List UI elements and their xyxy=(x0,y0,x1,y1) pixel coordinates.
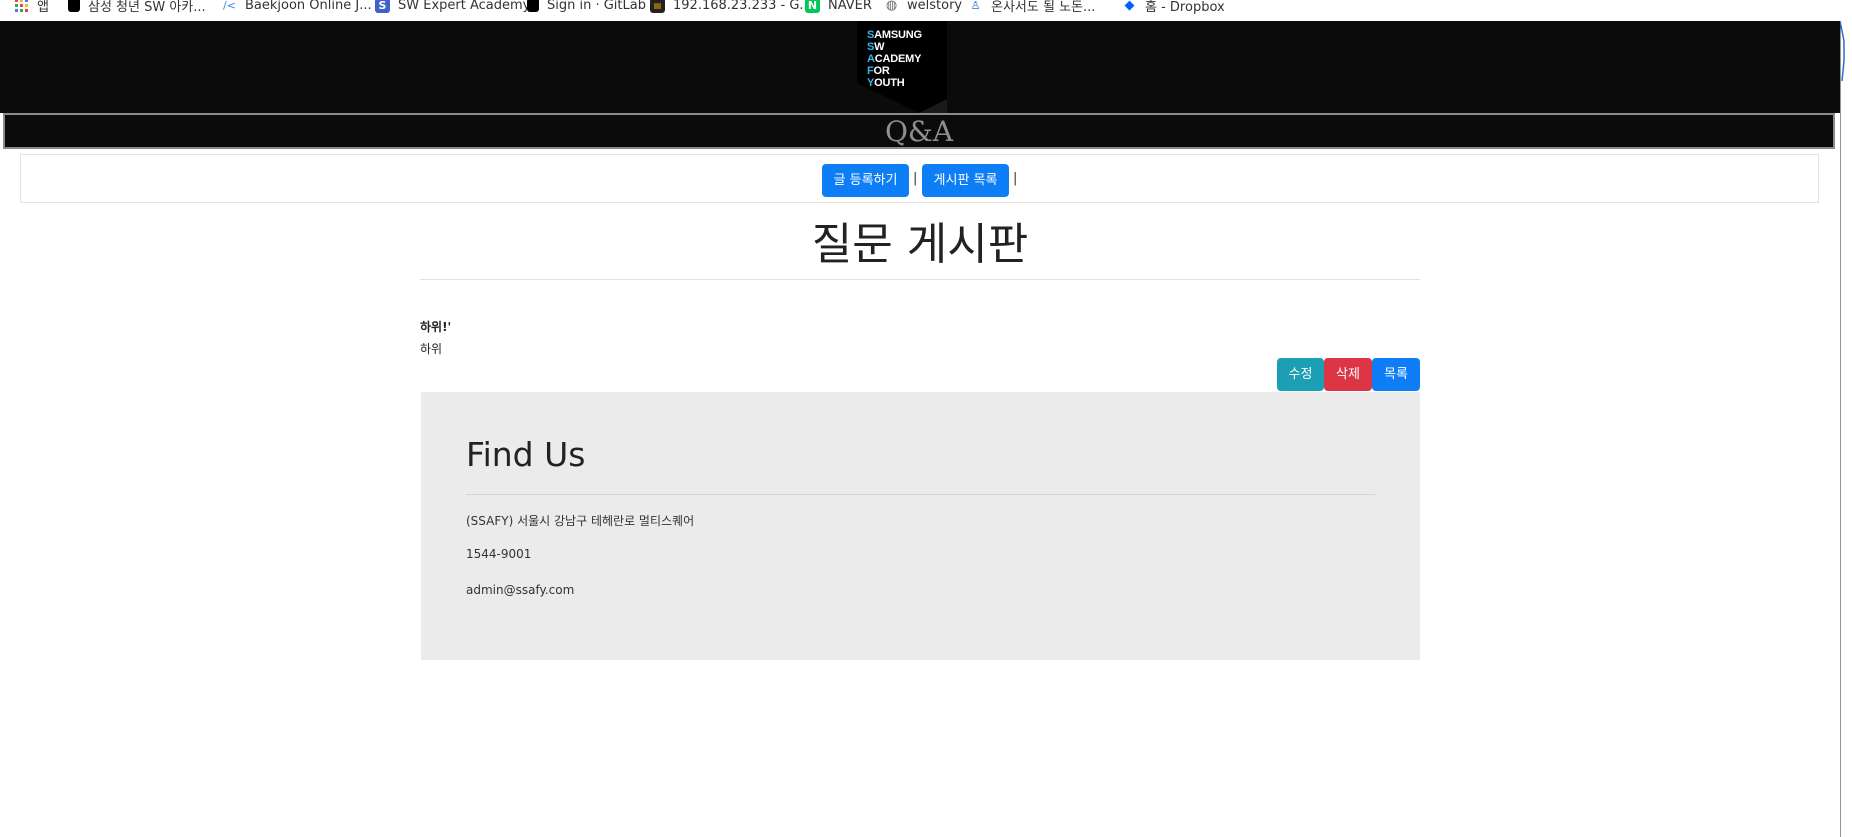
email-text: admin@ssafy.com xyxy=(466,583,575,597)
title-divider xyxy=(420,279,1420,280)
list-button[interactable]: 목록 xyxy=(1372,358,1420,391)
qa-banner: Q&A xyxy=(3,113,1835,149)
write-post-button[interactable]: 글 등록하기 xyxy=(822,164,909,197)
bookmark-label: NAVER xyxy=(828,0,872,13)
nav-separator: | xyxy=(1013,171,1018,186)
apps-grid-icon xyxy=(14,0,29,13)
person-icon: ♙ xyxy=(970,0,981,12)
bookmark-label: 192.168.23.233 - G... xyxy=(673,0,812,13)
bookmark-label: 앱 xyxy=(37,0,49,15)
nav-separator: | xyxy=(913,171,918,186)
bookmark-label: 삼성 청년 SW 아카... xyxy=(88,0,206,15)
bookmark-label: Baekjoon Online J... xyxy=(245,0,372,13)
ssafy-logo[interactable]: SAMSUNG SW ACADEMY FOR YOUTH xyxy=(857,21,947,113)
post-body: 하위 xyxy=(420,342,443,356)
board-nav xyxy=(20,154,1819,203)
phone-text: 1544-9001 xyxy=(466,547,532,561)
globe-icon: ◍ xyxy=(885,0,898,13)
naver-n-icon: N xyxy=(805,0,820,13)
kiosk-icon: ▤ xyxy=(650,0,665,13)
find-us-title: Find Us xyxy=(466,435,586,474)
bookmarks-bar: 앱 삼성 청년 SW 아카... /< Baekjoon Online J...… xyxy=(0,0,1852,21)
edit-button[interactable]: 수정 xyxy=(1277,358,1324,391)
page-title: 질문 게시판 xyxy=(811,219,1029,270)
s-square-icon: S xyxy=(375,0,390,13)
address-text: (SSAFY) 서울시 강남구 테헤란로 멀티스퀘어 xyxy=(466,514,695,528)
bookmark-label: Sign in · GitLab xyxy=(547,0,646,13)
bookmark-gitlab[interactable]: Sign in · GitLab xyxy=(527,0,646,15)
bookmark-baekjoon[interactable]: /< Baekjoon Online J... xyxy=(222,0,372,15)
code-brackets-icon: /< xyxy=(223,0,236,12)
dropbox-icon: ◆ xyxy=(1124,0,1135,13)
find-us-section: Find Us (SSAFY) 서울시 강남구 테헤란로 멀티스퀘어 1544-… xyxy=(421,392,1420,660)
logo-text: SAMSUNG SW ACADEMY FOR YOUTH xyxy=(867,29,922,89)
bookmark-label: 온사서도 될 노돈... xyxy=(991,0,1096,15)
bookmark-label: welstory xyxy=(907,0,963,13)
post-title: 하위!' xyxy=(420,320,452,334)
bookmark-ssafy[interactable]: 삼성 청년 SW 아카... xyxy=(68,0,206,15)
ssafy-favicon-icon xyxy=(68,0,80,12)
bookmark-misc[interactable]: ♙ 온사서도 될 노돈... xyxy=(968,0,1096,15)
site-header: SAMSUNG SW ACADEMY FOR YOUTH xyxy=(0,21,1840,113)
bookmark-kiosk[interactable]: ▤ 192.168.23.233 - G... xyxy=(650,0,812,15)
find-us-divider xyxy=(466,494,1375,495)
bookmark-label: SW Expert Academy xyxy=(398,0,531,13)
window-edge xyxy=(1840,21,1852,837)
delete-button[interactable]: 삭제 xyxy=(1324,358,1372,391)
bookmark-swea[interactable]: S SW Expert Academy xyxy=(375,0,530,15)
bookmark-dropbox[interactable]: ◆ 홈 - Dropbox xyxy=(1122,0,1225,15)
qa-banner-title: Q&A xyxy=(884,115,954,148)
bookmark-naver[interactable]: N NAVER xyxy=(805,0,872,15)
bookmark-welstory[interactable]: ◍ welstory xyxy=(884,0,962,15)
board-list-button[interactable]: 게시판 목록 xyxy=(922,164,1009,197)
ssafy-favicon-icon xyxy=(527,0,539,12)
bookmark-apps[interactable]: 앱 xyxy=(14,0,49,15)
bookmark-label: 홈 - Dropbox xyxy=(1145,0,1225,15)
